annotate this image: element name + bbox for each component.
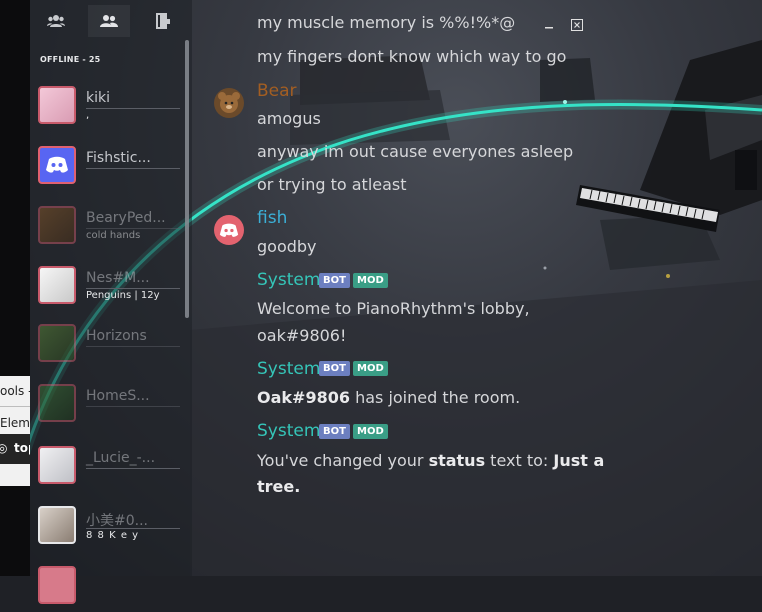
avatar [38, 506, 76, 544]
avatar [38, 266, 76, 304]
discord-logo-icon [219, 223, 239, 237]
member-divider [86, 468, 180, 469]
message-author[interactable]: System [257, 421, 320, 441]
devtools-separator [0, 406, 30, 407]
mod-badge: MOD [353, 273, 388, 288]
minimize-button[interactable] [540, 16, 558, 34]
member-item[interactable]: _Lucie_-... [30, 440, 180, 492]
minimize-icon [545, 27, 553, 29]
bot-badge: BOT [319, 361, 350, 376]
member-divider [86, 108, 180, 109]
offline-section-title: OFFLINE - 25 [40, 55, 101, 64]
member-status: cold hands [86, 230, 141, 241]
message-rest: has joined the room. [349, 388, 521, 407]
chat-message-text: oak#9806! [257, 326, 347, 345]
member-divider [86, 288, 180, 289]
member-item[interactable]: Nes#M... Penguins | 12y [30, 260, 180, 312]
chat-message-text: anyway im out cause everyones asleep [257, 142, 574, 161]
close-button[interactable] [568, 16, 586, 34]
devtools-elements-tab[interactable]: Eleme [0, 416, 30, 430]
tab-rooms[interactable] [35, 5, 77, 37]
member-divider [86, 346, 180, 347]
member-item[interactable]: HomeS... [30, 378, 180, 430]
sidebar-tabs [30, 0, 192, 42]
bear-avatar-icon [218, 92, 240, 113]
bot-badge: BOT [319, 424, 350, 439]
close-icon [571, 19, 583, 31]
sidebar-scrollbar[interactable] [185, 40, 189, 318]
avatar [38, 566, 76, 604]
member-status: Penguins | 12y [86, 290, 160, 301]
avatar [38, 384, 76, 422]
avatar [38, 146, 76, 184]
member-name: Fishstic... [86, 150, 151, 166]
grand-piano [576, 40, 762, 232]
door-icon [156, 13, 170, 29]
users-icon [100, 15, 118, 27]
message-author[interactable]: Bear [257, 81, 297, 101]
avatar[interactable] [214, 88, 244, 118]
member-status: 8 8 K e y [86, 530, 140, 541]
chat-message-text: tree. [257, 477, 300, 496]
member-item[interactable]: Horizons [30, 318, 180, 370]
member-item[interactable] [30, 560, 180, 612]
member-divider [86, 228, 180, 229]
member-name: kiki [86, 90, 110, 106]
avatar [38, 446, 76, 484]
tab-users[interactable] [88, 5, 130, 37]
member-name: BearyPed... [86, 210, 166, 226]
chat-message-text: or trying to atleast [257, 175, 407, 194]
member-item[interactable]: BearyPed... cold hands [30, 200, 180, 252]
member-sidebar: OFFLINE - 25 kiki , Fishstic... BearyPed… [30, 0, 192, 604]
chat-message-text: goodby [257, 237, 317, 256]
member-item[interactable]: Fishstic... [30, 140, 180, 192]
member-name: Horizons [86, 328, 147, 344]
devtools-panel: ools - Eleme ◎ top [0, 376, 30, 486]
message-author[interactable]: fish [257, 208, 287, 228]
message-author[interactable]: System [257, 270, 320, 290]
member-status: , [86, 110, 90, 121]
member-divider [86, 528, 180, 529]
discord-logo-icon [46, 156, 68, 173]
member-item[interactable]: kiki , [30, 80, 180, 132]
chat-message-text: amogus [257, 109, 321, 128]
avatar[interactable] [214, 215, 244, 245]
mod-badge: MOD [353, 424, 388, 439]
chat-message-text: Oak#9806 has joined the room. [257, 388, 520, 407]
devtools-context-select[interactable]: top [14, 441, 30, 455]
member-name: 小美#0... [86, 513, 148, 529]
chat-message-text: my muscle memory is %%!%*@ [257, 13, 516, 32]
avatar [38, 206, 76, 244]
devtools-strip [0, 0, 30, 576]
message-bold: tree. [257, 477, 301, 496]
message-part: text to: [485, 451, 554, 470]
avatar [38, 86, 76, 124]
message-bold: status [428, 451, 486, 470]
member-divider [86, 168, 180, 169]
message-part: You've changed your [257, 451, 429, 470]
member-name: HomeS... [86, 388, 150, 404]
group-icon [47, 15, 65, 27]
username-bold: Oak#9806 [257, 388, 350, 407]
devtools-circle-icon: ◎ [0, 441, 8, 455]
member-name: Nes#M... [86, 270, 150, 286]
message-author[interactable]: System [257, 359, 320, 379]
chat-message-text: You've changed your status text to: Just… [257, 451, 604, 470]
avatar [38, 324, 76, 362]
tab-exit[interactable] [142, 5, 184, 37]
message-bold: Just a [553, 451, 605, 470]
member-item[interactable]: 小美#0... 8 8 K e y [30, 500, 180, 552]
member-divider [86, 406, 180, 407]
devtools-title: ools - [0, 384, 30, 398]
chat-message-text: my fingers dont know which way to go [257, 47, 567, 66]
member-name: _Lucie_-... [86, 450, 156, 466]
bot-badge: BOT [319, 273, 350, 288]
chat-message-text: Welcome to PianoRhythm's lobby, [257, 299, 530, 318]
devtools-console-bar: ◎ top [0, 434, 30, 464]
mod-badge: MOD [353, 361, 388, 376]
